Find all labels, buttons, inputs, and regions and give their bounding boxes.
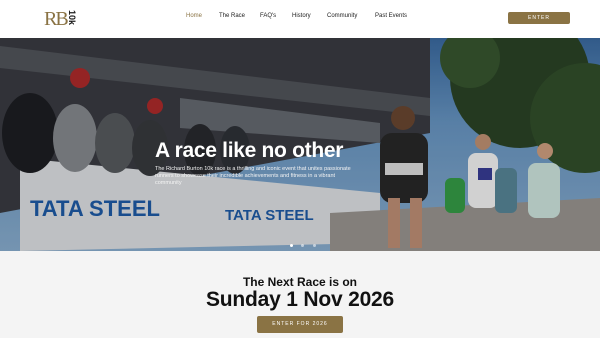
- nav-faqs[interactable]: FAQ's: [260, 13, 276, 19]
- carousel-dots: [288, 234, 318, 252]
- enter-for-2026-button[interactable]: ENTER FOR 2026: [257, 316, 343, 333]
- carousel-dot-2[interactable]: [301, 244, 305, 247]
- logo[interactable]: RB 10k: [44, 7, 80, 31]
- nav-home[interactable]: Home: [186, 13, 202, 19]
- logo-letters: RB: [44, 8, 69, 30]
- next-race-section: The Next Race is on Sunday 1 Nov 2026 EN…: [0, 251, 600, 338]
- hero-description: The Richard Burton 10k race is a thrilli…: [155, 166, 351, 186]
- hero-banner: TATA STEEL TATA STEEL A race like no oth…: [0, 38, 600, 251]
- logo-suffix: 10k: [67, 10, 77, 26]
- next-race-date: Sunday 1 Nov 2026: [205, 288, 395, 311]
- next-race-label: The Next Race is on: [242, 275, 358, 289]
- nav-history[interactable]: History: [292, 13, 311, 19]
- carousel-dot-3[interactable]: [312, 244, 316, 247]
- nav-community[interactable]: Community: [327, 13, 357, 19]
- enter-button[interactable]: ENTER: [508, 12, 570, 24]
- site-header: RB 10k Home The Race FAQ's History Commu…: [0, 0, 600, 38]
- carousel-dot-1[interactable]: [290, 244, 293, 247]
- nav-the-race[interactable]: The Race: [219, 13, 245, 19]
- hero-title: A race like no other: [155, 139, 344, 162]
- nav-past-events[interactable]: Past Events: [375, 13, 407, 19]
